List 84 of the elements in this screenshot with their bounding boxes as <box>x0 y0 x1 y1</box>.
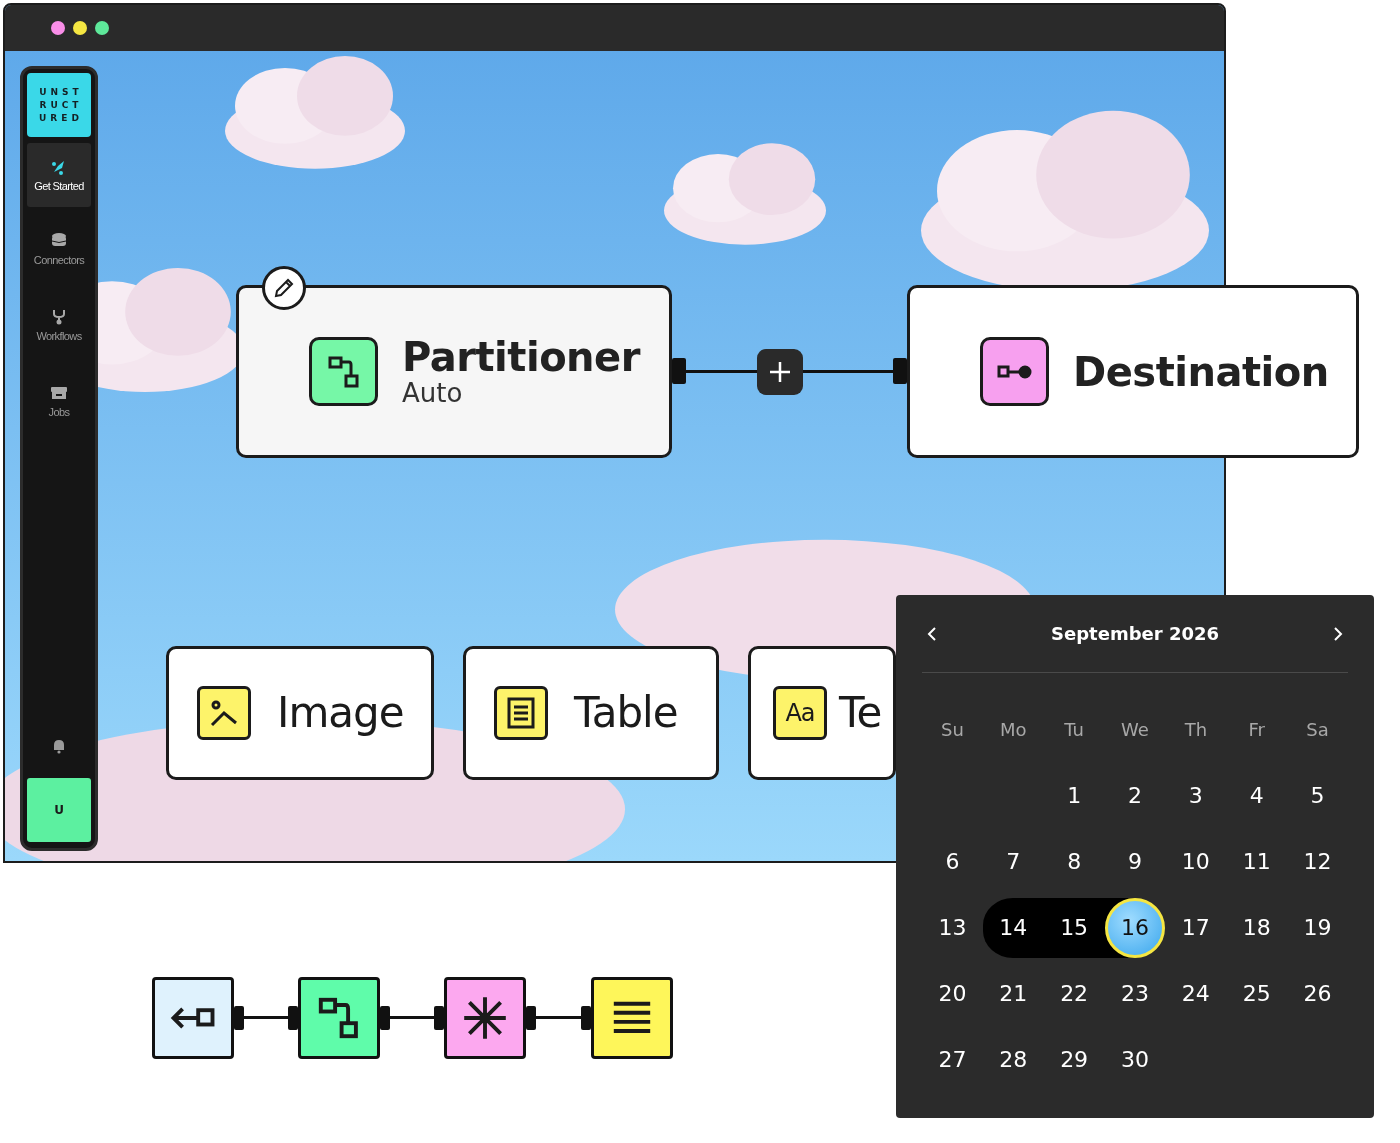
weekday-label: We <box>1120 718 1150 742</box>
node-port[interactable] <box>234 1006 244 1030</box>
calendar-day[interactable]: 29 <box>1044 1030 1105 1090</box>
month-title: September 2026 <box>1051 624 1219 643</box>
window-dot[interactable] <box>73 21 87 35</box>
calendar-day[interactable]: 5 <box>1287 766 1348 826</box>
calendar-day[interactable]: 19 <box>1287 898 1348 958</box>
bell-icon[interactable] <box>52 738 66 754</box>
calendar-day[interactable]: 16 <box>1105 898 1165 958</box>
logo-text: URED <box>39 113 83 123</box>
calendar-day[interactable]: 11 <box>1226 832 1287 892</box>
calendar-day[interactable]: 6 <box>922 832 983 892</box>
block-card[interactable]: Image <box>166 646 434 780</box>
sidebar-item[interactable]: Get Started <box>27 143 91 207</box>
weekday-label: Fr <box>1247 718 1266 742</box>
calendar-day[interactable]: 25 <box>1226 964 1287 1024</box>
sidebar-item[interactable]: Connectors <box>27 217 91 281</box>
weekday-label: Mo <box>999 718 1028 742</box>
calendar-day[interactable]: 9 <box>1105 832 1165 892</box>
calendar-day[interactable]: 20 <box>922 964 983 1024</box>
pipeline-node[interactable] <box>591 977 673 1059</box>
sidebar-item-label: Jobs <box>48 407 70 418</box>
calendar-day[interactable]: 10 <box>1165 832 1226 892</box>
node-card[interactable]: Partitioner Auto <box>236 285 672 458</box>
user-avatar[interactable]: U <box>27 778 91 842</box>
window-dot[interactable] <box>95 21 109 35</box>
calendar-day[interactable]: 26 <box>1287 964 1348 1024</box>
text-style-icon: Aa <box>785 701 815 725</box>
sidebar-item[interactable]: Jobs <box>27 369 91 433</box>
calendar-day[interactable]: 18 <box>1226 898 1287 958</box>
node-port[interactable] <box>581 1006 591 1030</box>
sidebar-item-label: Get Started <box>34 181 84 192</box>
window-dot[interactable] <box>51 21 65 35</box>
node-subtitle: Auto <box>402 379 464 408</box>
calendar-day[interactable]: 12 <box>1287 832 1348 892</box>
node-port[interactable] <box>288 1006 298 1030</box>
calendar-day[interactable]: 23 <box>1105 964 1165 1024</box>
sidebar-item[interactable]: Workflows <box>27 293 91 357</box>
fork-icon <box>50 308 68 326</box>
node-title: Partitioner <box>402 335 640 380</box>
node-port[interactable] <box>526 1006 536 1030</box>
logo-text: UNST <box>39 87 83 97</box>
calendar-day[interactable]: 24 <box>1165 964 1226 1024</box>
add-button[interactable] <box>757 349 803 395</box>
calendar-day[interactable]: 22 <box>1044 964 1105 1024</box>
sidebar-item-label: Connectors <box>33 255 85 266</box>
pipeline-node[interactable] <box>152 977 234 1059</box>
calendar-day[interactable]: 8 <box>1044 832 1105 892</box>
calendar-day[interactable]: 13 <box>922 898 983 958</box>
chevron-left-icon <box>926 625 938 642</box>
weekday-label: Th <box>1183 718 1209 742</box>
chevron-right-icon <box>1332 625 1344 642</box>
calendar-day[interactable]: 3 <box>1165 766 1226 826</box>
node-card[interactable]: Destination <box>907 285 1359 458</box>
block-label: Table <box>574 692 678 734</box>
calendar-day[interactable]: 2 <box>1105 766 1165 826</box>
weekday-label: Sa <box>1305 718 1330 742</box>
pipeline-node[interactable] <box>444 977 526 1059</box>
pencil-icon <box>272 276 296 300</box>
pipeline-node[interactable] <box>298 977 380 1059</box>
calendar-day[interactable]: 28 <box>983 1030 1044 1090</box>
calendar-day[interactable]: 17 <box>1165 898 1226 958</box>
sidebar-item-label: Workflows <box>36 331 82 342</box>
node-port[interactable] <box>672 358 686 384</box>
block-card[interactable]: Table <box>463 646 719 780</box>
calendar-day[interactable]: 30 <box>1105 1030 1165 1090</box>
calendar-day[interactable]: 21 <box>983 964 1044 1024</box>
logo[interactable]: UNST RUCT URED <box>27 73 91 137</box>
weekday-label: Tu <box>1063 718 1085 742</box>
weekday-label: Su <box>940 718 965 742</box>
node-port[interactable] <box>434 1006 444 1030</box>
calendar-day[interactable]: 27 <box>922 1030 983 1090</box>
node-title: Destination <box>1073 349 1329 394</box>
block-label: Te <box>839 692 882 734</box>
logo-text: RUCT <box>39 100 83 110</box>
calendar-day[interactable]: 7 <box>983 832 1044 892</box>
calendar-day[interactable]: 4 <box>1226 766 1287 826</box>
plus-icon <box>768 360 792 384</box>
block-label: Image <box>277 692 404 734</box>
block-card[interactable]: Aa Te <box>748 646 896 780</box>
node-port[interactable] <box>893 358 907 384</box>
calendar-day[interactable]: 1 <box>1044 766 1105 826</box>
node-port[interactable] <box>380 1006 390 1030</box>
inbox-icon <box>50 384 68 402</box>
